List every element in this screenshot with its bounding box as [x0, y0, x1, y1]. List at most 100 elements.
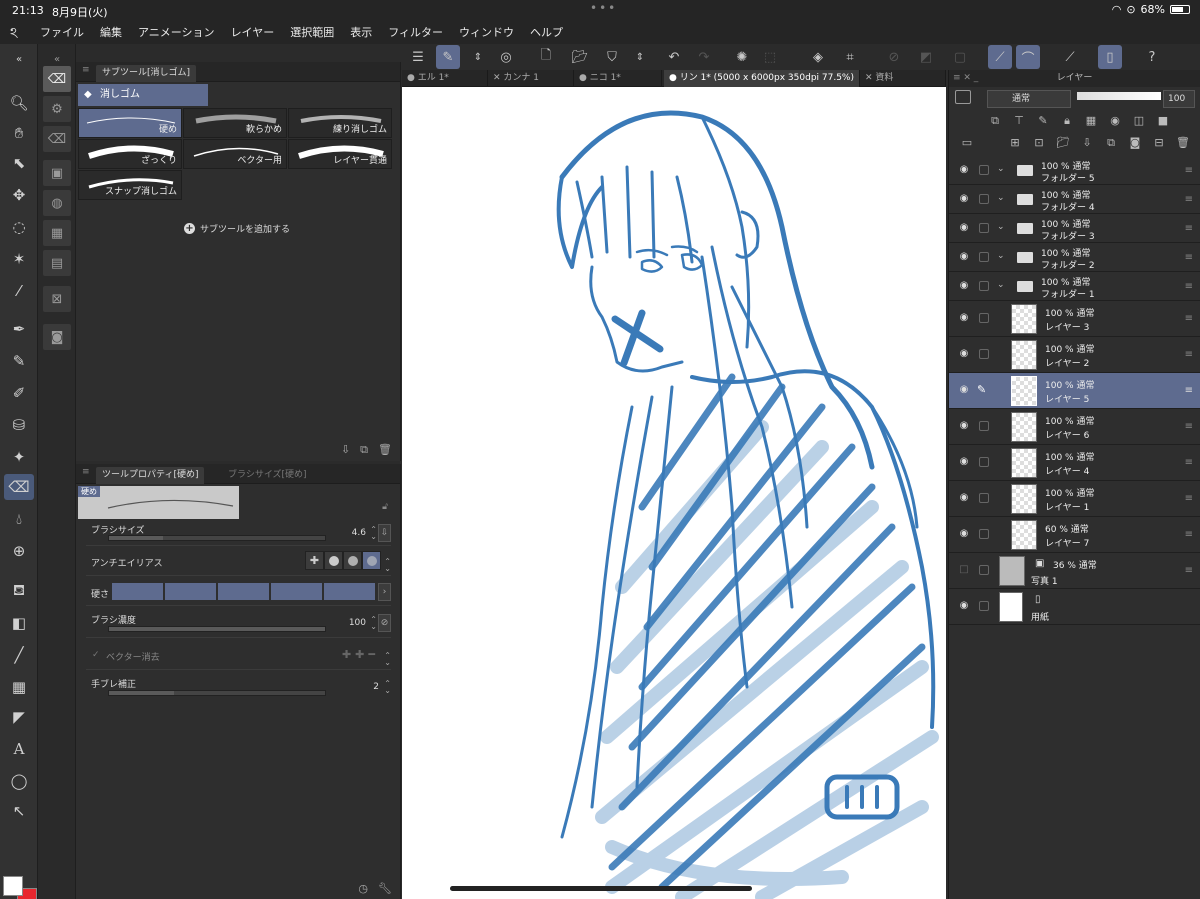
figure-tool-icon[interactable]: ╱	[4, 642, 34, 668]
hardness-next-button[interactable]: ›	[378, 583, 391, 601]
timer-icon[interactable]: ◷	[358, 882, 368, 895]
wrench-icon[interactable]: 🔧︎	[378, 882, 392, 895]
magic-wand-tool-icon[interactable]: ✶	[4, 246, 34, 272]
camera-icon[interactable]: ◙	[43, 324, 71, 350]
brush-density-value[interactable]: 100	[349, 618, 366, 628]
menu-file[interactable]: ファイル	[32, 24, 92, 42]
correct-line-tool-icon[interactable]: ↖	[4, 798, 34, 824]
doc-tab-5[interactable]: ✕ 資料	[860, 70, 946, 87]
zoom-tool-icon[interactable]: 🔍︎	[4, 90, 34, 116]
selection-border-icon[interactable]: ▢	[948, 45, 972, 69]
duplicate-icon[interactable]: ⧉	[360, 443, 368, 457]
blend-mode-select[interactable]: 通常	[987, 90, 1071, 108]
mask-enable-icon[interactable]: ◉	[1103, 110, 1127, 132]
hand-tool-icon[interactable]: ✋︎	[4, 120, 34, 146]
mask-icon[interactable]: ◙	[1123, 132, 1147, 154]
delete-layer-icon[interactable]: 🗑︎	[1171, 132, 1195, 154]
doc-tab-4-active[interactable]: ● リン 1* (5000 x 6000px 350dpi 77.5%)	[664, 70, 860, 87]
layer-color-toggle-icon[interactable]: ■	[1151, 110, 1175, 132]
tool-quick-icon[interactable]: ✎	[436, 45, 460, 69]
redo-icon[interactable]: ↷	[692, 45, 716, 69]
home-indicator[interactable]	[450, 886, 752, 891]
fill-icon[interactable]: ◈	[806, 45, 830, 69]
tool-property-tab[interactable]: ツールプロパティ[硬め]	[96, 467, 205, 484]
brush-size-pressure-button[interactable]: ⇩	[378, 524, 391, 542]
navigator-icon[interactable]: ⊠	[43, 286, 71, 312]
import-icon[interactable]: ⇩	[341, 443, 350, 457]
brush-rough[interactable]: ざっくり	[78, 139, 182, 169]
deselect-icon[interactable]: ⊘	[882, 45, 906, 69]
drag-handle-icon[interactable]: ≡	[1185, 281, 1193, 292]
trash-icon[interactable]: 🗑︎	[378, 443, 392, 457]
lock-checkbox[interactable]	[979, 349, 989, 359]
crop-icon[interactable]: ⌗	[838, 45, 862, 69]
brush-hard[interactable]: 硬め	[78, 108, 182, 138]
panel-menu-icon[interactable]: ≡	[82, 467, 90, 477]
special-ruler-snap-icon[interactable]: ⌒	[1016, 45, 1040, 69]
brush-size-slider[interactable]	[108, 535, 326, 541]
main-color-chip[interactable]	[3, 876, 23, 896]
layer-row-folder-3[interactable]: ◉ ⌄ 100 % 通常 フォルダー 3 ≡	[949, 214, 1200, 243]
menu-window[interactable]: ウィンドウ	[451, 24, 522, 42]
drag-handle-icon[interactable]: ≡	[1185, 165, 1193, 176]
brush-kneaded[interactable]: 練り消しゴム	[288, 108, 392, 138]
lock-checkbox[interactable]	[979, 565, 989, 575]
folder-collapse-icon[interactable]: ⌄	[997, 164, 1005, 174]
menu-layer[interactable]: レイヤー	[223, 24, 283, 42]
stabilization-stepper[interactable]: ⌃ ⌄	[384, 680, 391, 695]
brush-snap[interactable]: スナップ消しゴム	[78, 170, 182, 200]
save-stepper-icon[interactable]: ⇕	[628, 45, 652, 69]
eraser-tool-icon[interactable]: ⌫	[4, 474, 34, 500]
eraser-settings-icon[interactable]: ⚙	[43, 96, 71, 122]
drag-handle-icon[interactable]: ≡	[1185, 529, 1193, 540]
new-file-icon[interactable]: 🗋︎	[534, 45, 558, 69]
antialias-medium-button[interactable]	[343, 551, 362, 570]
visibility-eye-icon[interactable]: ◉	[957, 492, 971, 503]
brush-size-tab[interactable]: ブラシサイズ[硬め]	[222, 467, 313, 484]
brush-density-stepper[interactable]: ⌃ ⌄	[370, 616, 377, 631]
visibility-eye-icon[interactable]: ◉	[957, 384, 971, 395]
lock-checkbox[interactable]	[979, 493, 989, 503]
eraser-group-icon[interactable]: ⌫	[43, 66, 71, 92]
folder-collapse-icon[interactable]: ⌄	[997, 193, 1005, 203]
visibility-eye-icon[interactable]: ◉	[957, 456, 971, 467]
antialias-stepper[interactable]: ⌃ ⌄	[384, 558, 391, 573]
layer-row-paper[interactable]: ◉ ▯ 用紙	[949, 589, 1200, 625]
layer-row-5-selected[interactable]: ◉ ✎ 100 % 通常 レイヤー 5 ≡	[949, 373, 1200, 409]
help-icon[interactable]: ?	[1140, 45, 1164, 69]
brush-density-pressure-button[interactable]: ⊘	[378, 614, 391, 632]
brush-vector[interactable]: ベクター用	[183, 139, 287, 169]
mesh-tool-icon[interactable]: ⊕	[4, 538, 34, 564]
drawing-canvas[interactable]	[402, 87, 946, 899]
stabilization-value[interactable]: 2	[373, 682, 379, 692]
visibility-eye-icon[interactable]: ◉	[957, 193, 971, 204]
lock-checkbox[interactable]	[979, 601, 989, 611]
pencil-tool-icon[interactable]: ✎	[4, 348, 34, 374]
antialias-strong-button[interactable]	[362, 551, 381, 570]
drag-handle-icon[interactable]: ≡	[1185, 349, 1193, 360]
frame-tool-icon[interactable]: ▦	[4, 674, 34, 700]
drag-handle-icon[interactable]: ≡	[1185, 493, 1193, 504]
drag-handle-icon[interactable]: ≡	[1185, 421, 1193, 432]
loading-icon[interactable]: ✺	[730, 45, 754, 69]
undo-icon[interactable]: ↶	[662, 45, 686, 69]
bucket-icon[interactable]: ◎	[494, 45, 518, 69]
visibility-eye-icon[interactable]: ◉	[957, 222, 971, 233]
layer-row-3[interactable]: ◉ 100 % 通常 レイヤー 3 ≡	[949, 301, 1200, 337]
menu-icon[interactable]: ☰	[406, 45, 430, 69]
layer-row-folder-5[interactable]: ◉ ⌄ 100 % 通常 フォルダー 5 ≡	[949, 156, 1200, 185]
visibility-eye-icon[interactable]: ◉	[957, 348, 971, 359]
brush-size-stepper[interactable]: ⌃ ⌄	[370, 526, 377, 541]
eraser-group-2-icon[interactable]: ⌫	[43, 126, 71, 152]
invert-selection-icon[interactable]: ◩	[914, 45, 938, 69]
brush-density-slider[interactable]	[108, 626, 326, 632]
balloon-tool-icon[interactable]: ◯	[4, 768, 34, 794]
layer-row-folder-1[interactable]: ◉ ⌄ 100 % 通常 フォルダー 1 ≡	[949, 272, 1200, 301]
clip-icon[interactable]: ⧉	[983, 110, 1007, 132]
brush-size-value[interactable]: 4.6	[352, 528, 366, 538]
layer-row-folder-4[interactable]: ◉ ⌄ 100 % 通常 フォルダー 4 ≡	[949, 185, 1200, 214]
layer-row-folder-2[interactable]: ◉ ⌄ 100 % 通常 フォルダー 2 ≡	[949, 243, 1200, 272]
material-icon[interactable]: ▣	[43, 160, 71, 186]
decoration-tool-icon[interactable]: ✦	[4, 444, 34, 470]
operation-tool-icon[interactable]: ⬉	[4, 150, 34, 176]
